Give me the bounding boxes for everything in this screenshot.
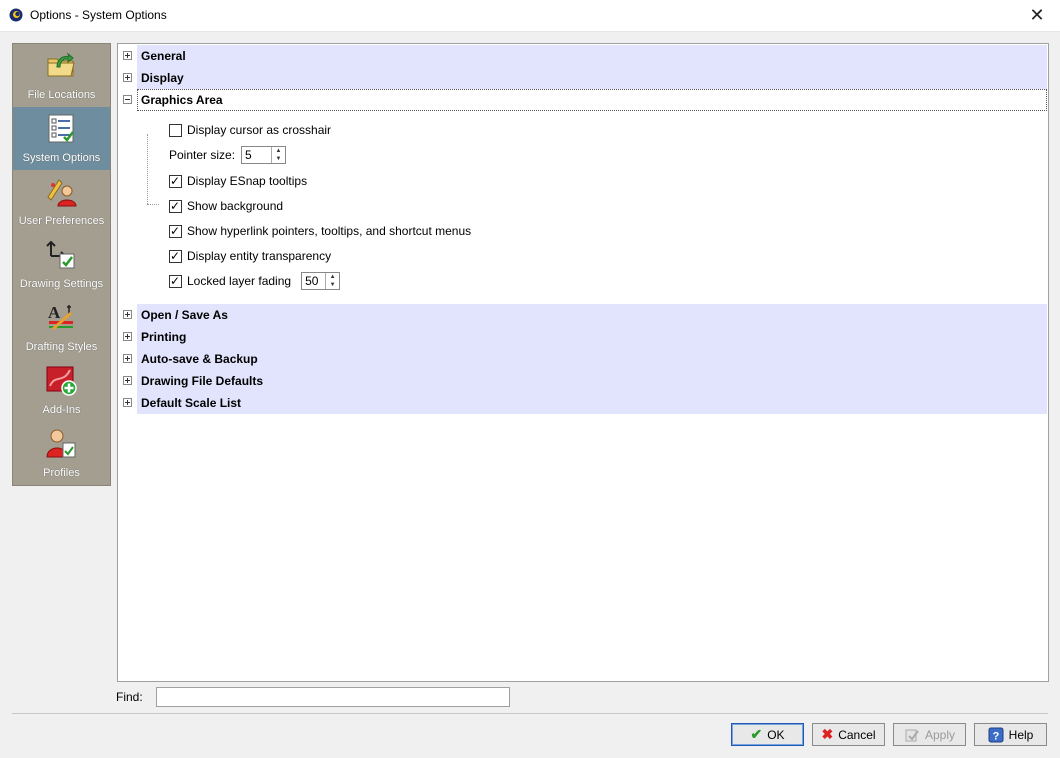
section-general[interactable]: General xyxy=(137,45,1047,67)
cancel-button[interactable]: ✖ Cancel xyxy=(812,723,885,746)
section-label: General xyxy=(141,49,186,63)
section-printing[interactable]: Printing xyxy=(137,326,1047,348)
spin-down-icon[interactable]: ▼ xyxy=(272,155,285,163)
option-label: Show hyperlink pointers, tooltips, and s… xyxy=(187,224,472,238)
help-label: Help xyxy=(1008,727,1034,742)
section-label: Graphics Area xyxy=(141,93,223,107)
locked-layer-fading-checkbox[interactable] xyxy=(169,273,182,289)
option-display-cursor-crosshair[interactable]: Display cursor as crosshair xyxy=(169,121,331,139)
option-label: Display cursor as crosshair xyxy=(187,123,332,137)
window-title: Options - System Options xyxy=(30,8,167,22)
sidebar-item-file-locations[interactable]: File Locations xyxy=(13,44,110,107)
find-label: Find: xyxy=(116,690,143,704)
tree-connector xyxy=(147,204,159,206)
sidebar-item-system-options[interactable]: System Options xyxy=(13,107,110,170)
section-label: Display xyxy=(141,71,184,85)
apply-button[interactable]: Apply xyxy=(893,723,966,746)
option-label: Display entity transparency xyxy=(187,249,332,263)
sidebar-item-label: Drafting Styles xyxy=(25,341,98,353)
help-icon: ? xyxy=(988,727,1004,742)
add-ins-icon xyxy=(46,366,77,396)
option-display-esnap-tooltips[interactable]: Display ESnap tooltips xyxy=(169,172,307,190)
drafting-styles-icon: A xyxy=(48,303,73,331)
expand-plus-icon[interactable] xyxy=(123,332,132,341)
sidebar-item-label: User Preferences xyxy=(18,215,105,227)
sidebar-item-label: File Locations xyxy=(27,89,96,101)
option-locked-layer-fading[interactable]: Locked layer fading 50 ▲ ▼ xyxy=(169,272,341,290)
find-input[interactable] xyxy=(156,687,510,707)
section-graphics-area[interactable]: Graphics Area xyxy=(137,89,1047,111)
options-tree-panel: General Display Graphics Area Display cu… xyxy=(117,43,1049,682)
title-bar: Options - System Options ✕ xyxy=(0,0,1060,32)
spinner-value[interactable]: 50 xyxy=(302,273,325,289)
expand-plus-icon[interactable] xyxy=(123,376,132,385)
option-label: Show background xyxy=(187,199,284,213)
section-open-save-as[interactable]: Open / Save As xyxy=(137,304,1047,326)
sidebar-item-profiles[interactable]: Profiles xyxy=(13,422,110,485)
spin-up-icon[interactable]: ▲ xyxy=(272,147,285,155)
red-x-icon: ✖ xyxy=(821,726,834,742)
checkmark-icon: ✔ xyxy=(750,726,763,742)
option-label: Display ESnap tooltips xyxy=(187,174,308,188)
sidebar-item-label: System Options xyxy=(22,152,101,164)
options-sidebar: File Locations System Options User Prefe… xyxy=(12,43,111,486)
spin-up-icon[interactable]: ▲ xyxy=(326,273,339,281)
section-label: Open / Save As xyxy=(141,308,228,322)
sidebar-item-add-ins[interactable]: Add-Ins xyxy=(13,359,110,422)
pointer-size-spinner[interactable]: 5 ▲ ▼ xyxy=(241,146,287,164)
sidebar-item-label: Profiles xyxy=(43,467,80,479)
option-display-entity-transparency[interactable]: Display entity transparency xyxy=(169,247,331,265)
profiles-icon xyxy=(46,429,76,458)
collapse-minus-icon[interactable] xyxy=(123,95,132,104)
spinner-value[interactable]: 5 xyxy=(242,147,271,163)
app-logo-icon xyxy=(9,8,23,22)
cancel-label: Cancel xyxy=(838,727,876,742)
sidebar-item-user-preferences[interactable]: User Preferences xyxy=(13,170,110,233)
section-label: Printing xyxy=(141,330,187,344)
section-label: Default Scale List xyxy=(141,396,242,410)
drawing-settings-icon xyxy=(46,240,75,269)
apply-icon xyxy=(905,729,919,741)
option-show-background[interactable]: Show background xyxy=(169,197,283,215)
esnap-tooltips-checkbox[interactable] xyxy=(169,173,182,189)
expand-plus-icon[interactable] xyxy=(123,354,132,363)
expand-plus-icon[interactable] xyxy=(123,310,132,319)
sidebar-item-drawing-settings[interactable]: Drawing Settings xyxy=(13,233,110,296)
svg-text:?: ? xyxy=(992,730,999,742)
section-auto-save-backup[interactable]: Auto-save & Backup xyxy=(137,348,1047,370)
crosshair-checkbox[interactable] xyxy=(169,123,182,137)
ok-button[interactable]: ✔ OK xyxy=(731,723,804,746)
user-preferences-icon xyxy=(47,179,77,207)
expand-plus-icon[interactable] xyxy=(123,51,132,60)
divider xyxy=(12,713,1048,714)
section-display[interactable]: Display xyxy=(137,67,1047,89)
option-show-hyperlink[interactable]: Show hyperlink pointers, tooltips, and s… xyxy=(169,222,471,240)
apply-label: Apply xyxy=(924,727,956,742)
sidebar-item-label: Add-Ins xyxy=(42,404,81,416)
section-default-scale-list[interactable]: Default Scale List xyxy=(137,392,1047,414)
show-hyperlink-checkbox[interactable] xyxy=(169,223,182,239)
expand-plus-icon[interactable] xyxy=(123,398,132,407)
option-pointer-size: Pointer size: 5 ▲ ▼ xyxy=(169,146,287,164)
folder-arrow-icon xyxy=(47,52,75,77)
tree-connector xyxy=(147,134,149,204)
option-label: Pointer size: xyxy=(169,148,236,162)
spin-down-icon[interactable]: ▼ xyxy=(326,281,339,289)
section-drawing-file-defaults[interactable]: Drawing File Defaults xyxy=(137,370,1047,392)
sidebar-item-label: Drawing Settings xyxy=(19,278,104,290)
ok-label: OK xyxy=(767,727,785,742)
help-button[interactable]: ? Help xyxy=(974,723,1047,746)
svg-text:A: A xyxy=(48,303,61,322)
checklist-icon xyxy=(48,114,74,143)
section-label: Drawing File Defaults xyxy=(141,374,264,388)
close-icon: ✕ xyxy=(1029,5,1045,25)
expand-plus-icon[interactable] xyxy=(123,73,132,82)
entity-transparency-checkbox[interactable] xyxy=(169,248,182,264)
sidebar-item-drafting-styles[interactable]: A Drafting Styles xyxy=(13,296,110,359)
option-label: Locked layer fading xyxy=(187,274,292,288)
section-label: Auto-save & Backup xyxy=(141,352,258,366)
show-background-checkbox[interactable] xyxy=(169,198,182,214)
close-button[interactable]: ✕ xyxy=(1014,0,1060,31)
locked-layer-fading-spinner[interactable]: 50 ▲ ▼ xyxy=(301,272,341,290)
